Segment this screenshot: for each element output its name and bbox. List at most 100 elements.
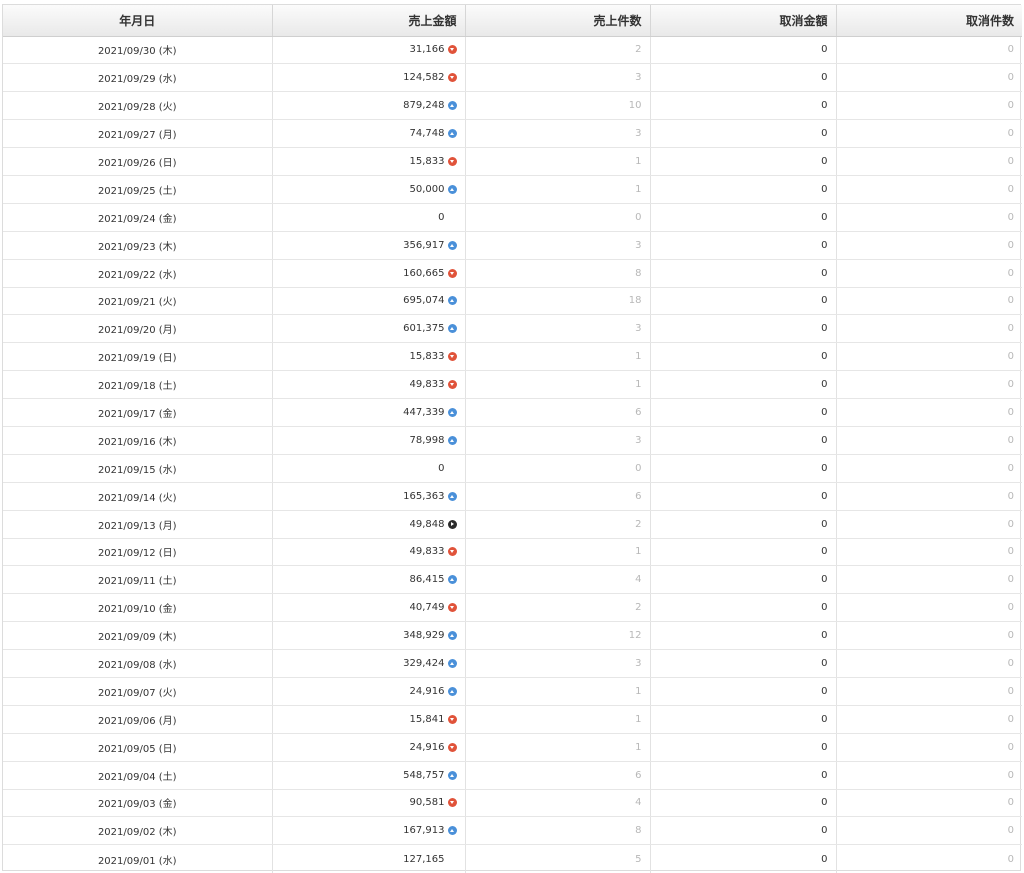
sales-amount-wrap: 49,833	[410, 379, 457, 390]
arrow-down-circle-icon	[447, 268, 457, 278]
arrow-up-circle-icon	[447, 686, 457, 696]
arrow-up-circle-icon	[447, 435, 457, 445]
cell-cancel-amount: 0	[650, 119, 837, 149]
sales-amount-wrap: 15,833	[410, 156, 457, 167]
sales-report-table: 年月日 売上金額 売上件数 取消金額 取消件数 2021/09/30 (木) 31…	[2, 4, 1022, 873]
cell-sales-amount: 74,748	[272, 119, 466, 149]
cell-cancel-amount: 0	[650, 314, 837, 344]
table-row: 2021/09/27 (月) 74,748 3 0 0	[3, 119, 1022, 149]
cell-cancel-count: 0	[836, 621, 1022, 651]
sales-amount-wrap: 0	[438, 212, 456, 223]
sales-amount-value: 78,998	[409, 434, 445, 446]
cell-date: 2021/09/20 (月)	[3, 314, 273, 344]
cell-sales-amount: 15,833	[272, 342, 466, 372]
cell-cancel-amount: 0	[650, 593, 837, 623]
cell-date: 2021/09/10 (金)	[3, 593, 273, 623]
column-header-cancel-count[interactable]: 取消件数	[836, 5, 1022, 37]
cell-sales-count: 1	[465, 370, 651, 400]
cell-sales-amount: 15,841	[272, 705, 466, 734]
sales-amount-value: 548,757	[403, 769, 445, 781]
cell-cancel-count: 0	[836, 593, 1022, 623]
table-row: 2021/09/06 (月) 15,841 1 0 0	[3, 705, 1022, 734]
cell-cancel-count: 0	[836, 816, 1022, 846]
cell-cancel-count: 0	[836, 203, 1022, 232]
sales-amount-wrap: 0	[438, 463, 456, 474]
sales-amount-wrap: 695,074	[403, 295, 457, 307]
sales-amount-wrap: 329,424	[403, 658, 457, 670]
table-row: 2021/09/01 (水) 127,165 5 0 0	[3, 844, 1022, 873]
arrow-up-circle-icon	[447, 631, 457, 641]
cell-cancel-count: 0	[836, 147, 1022, 176]
cell-sales-amount: 49,848	[272, 510, 466, 539]
sales-amount-value: 879,248	[403, 100, 445, 112]
sales-amount-value: 90,581	[409, 797, 445, 809]
cell-sales-amount: 49,833	[272, 370, 466, 400]
cell-sales-count: 8	[465, 816, 651, 846]
cell-date: 2021/09/02 (木)	[3, 816, 273, 846]
cell-date: 2021/09/04 (土)	[3, 761, 273, 790]
sales-amount-value: 31,166	[409, 44, 445, 56]
arrow-down-circle-icon	[447, 380, 457, 390]
arrow-down-circle-icon	[447, 714, 457, 724]
cell-cancel-amount: 0	[650, 649, 837, 678]
sales-amount-wrap: 348,929	[403, 630, 457, 642]
cell-cancel-count: 0	[836, 565, 1022, 595]
column-header-sales-amount[interactable]: 売上金額	[272, 5, 466, 37]
cell-sales-count: 1	[465, 175, 651, 204]
sales-amount-value: 0	[438, 462, 445, 474]
column-header-cancel-amount[interactable]: 取消金額	[650, 5, 837, 37]
cell-sales-amount: 447,339	[272, 398, 466, 427]
cell-cancel-count: 0	[836, 175, 1022, 204]
column-header-sales-count[interactable]: 売上件数	[465, 5, 651, 37]
cell-sales-amount: 695,074	[272, 287, 466, 316]
sales-amount-wrap: 78,998	[410, 435, 457, 446]
cell-sales-count: 2	[465, 36, 651, 65]
header-row: 年月日 売上金額 売上件数 取消金額 取消件数	[3, 5, 1022, 37]
sales-amount-value: 50,000	[409, 183, 445, 195]
sales-amount-value: 15,841	[409, 713, 445, 725]
sales-amount-value: 329,424	[403, 658, 445, 670]
cell-cancel-amount: 0	[650, 761, 837, 790]
sales-amount-value: 695,074	[403, 295, 445, 307]
cell-sales-count: 3	[465, 649, 651, 678]
cell-sales-amount: 548,757	[272, 761, 466, 790]
cell-sales-count: 1	[465, 677, 651, 706]
arrow-down-circle-icon	[447, 73, 457, 83]
column-header-date[interactable]: 年月日	[3, 5, 273, 37]
cell-sales-count: 12	[465, 621, 651, 651]
sales-amount-value: 348,929	[403, 630, 445, 642]
cell-cancel-amount: 0	[650, 454, 837, 483]
cell-sales-count: 6	[465, 761, 651, 790]
cell-sales-count: 6	[465, 398, 651, 427]
table-row: 2021/09/08 (水) 329,424 3 0 0	[3, 649, 1022, 678]
cell-date: 2021/09/09 (木)	[3, 621, 273, 651]
cell-cancel-amount: 0	[650, 510, 837, 539]
arrow-up-circle-icon	[447, 770, 457, 780]
cell-cancel-amount: 0	[650, 287, 837, 316]
table-row: 2021/09/25 (土) 50,000 1 0 0	[3, 175, 1022, 204]
cell-date: 2021/09/24 (金)	[3, 203, 273, 232]
cell-cancel-amount: 0	[650, 259, 837, 288]
sales-amount-value: 124,582	[403, 72, 445, 84]
cell-cancel-amount: 0	[650, 342, 837, 372]
sales-amount-value: 15,833	[409, 351, 445, 363]
arrow-down-circle-icon	[447, 352, 457, 362]
cell-sales-amount: 348,929	[272, 621, 466, 651]
cell-cancel-count: 0	[836, 426, 1022, 455]
sales-amount-wrap: 90,581	[410, 797, 457, 808]
arrow-up-circle-icon	[447, 296, 457, 306]
cell-sales-amount: 124,582	[272, 63, 466, 93]
cell-date: 2021/09/07 (火)	[3, 677, 273, 706]
cell-date: 2021/09/30 (木)	[3, 36, 273, 65]
cell-sales-amount: 356,917	[272, 231, 466, 260]
arrow-up-circle-icon	[447, 129, 457, 139]
sales-amount-wrap: 447,339	[403, 407, 457, 418]
cell-sales-count: 5	[465, 844, 651, 873]
arrow-down-circle-icon	[447, 45, 457, 55]
cell-date: 2021/09/22 (水)	[3, 259, 273, 288]
cell-sales-amount: 167,913	[272, 816, 466, 846]
cell-sales-count: 4	[465, 789, 651, 818]
cell-date: 2021/09/25 (土)	[3, 175, 273, 204]
cell-sales-amount: 15,833	[272, 147, 466, 176]
cell-date: 2021/09/14 (火)	[3, 482, 273, 511]
